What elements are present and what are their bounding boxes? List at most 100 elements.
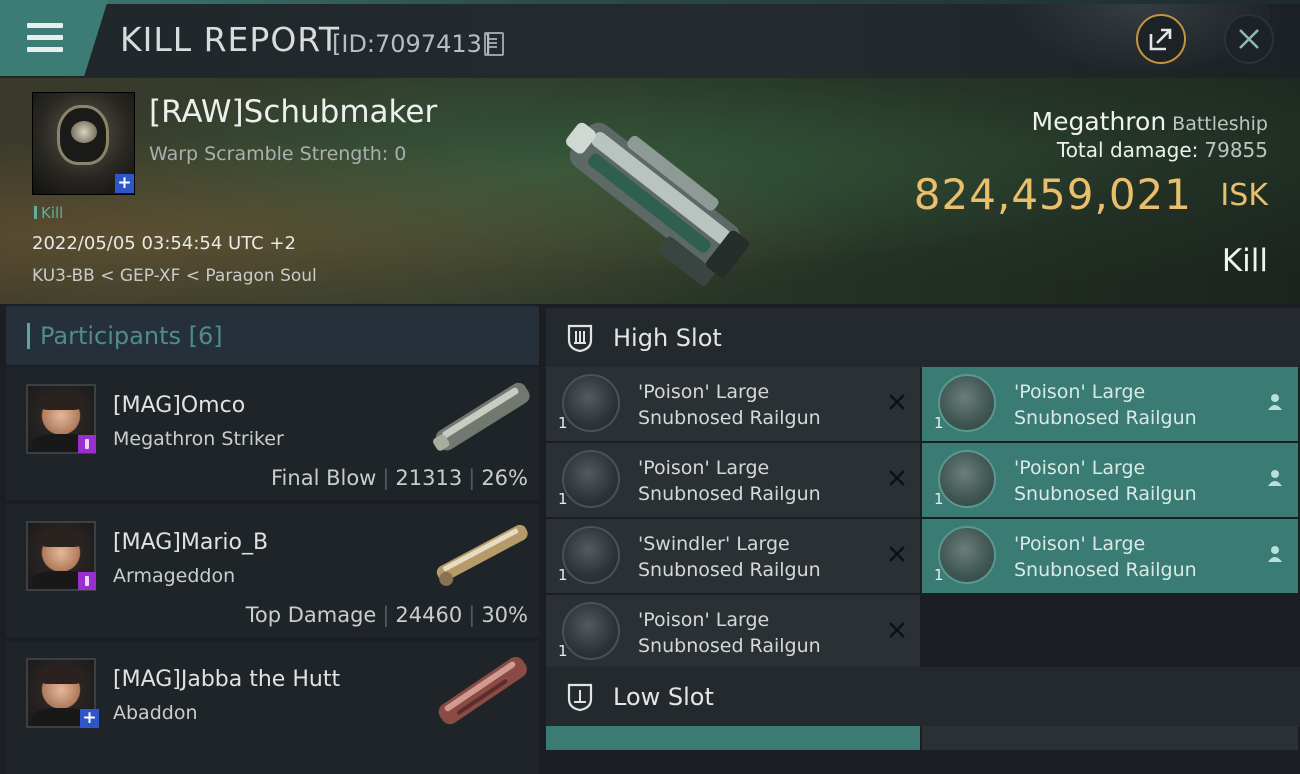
isk-value: 824,459,021 xyxy=(913,170,1192,219)
module-name: 'Poison' Large Snubnosed Railgun xyxy=(1014,455,1254,507)
low-slot-module[interactable] xyxy=(922,726,1298,750)
high-slot-header: High Slot xyxy=(546,308,1300,368)
module-item[interactable]: 1 'Poison' Large Snubnosed Railgun xyxy=(922,519,1298,593)
railgun-icon xyxy=(562,602,620,660)
participant-percent: 30% xyxy=(481,603,528,627)
participant-ship-image xyxy=(438,656,527,725)
module-item[interactable]: 1 'Poison' Large Snubnosed Railgun xyxy=(922,443,1298,517)
close-button[interactable] xyxy=(1224,14,1274,64)
module-name-line: Snubnosed Railgun xyxy=(1014,407,1197,429)
total-damage-value: 79855 xyxy=(1204,138,1268,162)
module-name: 'Poison' Large Snubnosed Railgun xyxy=(1014,531,1254,583)
participants-count: [6] xyxy=(188,322,223,350)
module-name-line: Snubnosed Railgun xyxy=(1014,559,1197,581)
participant-tag: Final Blow xyxy=(271,466,377,490)
railgun-icon xyxy=(938,450,996,508)
victim-ship-image[interactable] xyxy=(540,98,765,293)
railgun-icon xyxy=(938,526,996,584)
module-name-line: 'Poison' Large xyxy=(638,457,770,479)
participant-ship-image xyxy=(436,524,528,586)
participants-title: Participants [6] xyxy=(40,322,223,350)
total-damage-label: Total damage: xyxy=(1056,138,1199,162)
module-name: 'Swindler' Large Snubnosed Railgun xyxy=(638,531,878,583)
module-name-line: Snubnosed Railgun xyxy=(638,407,821,429)
victim-ship-type[interactable]: Megathron Battleship xyxy=(1032,107,1268,136)
module-name-line: Snubnosed Railgun xyxy=(638,559,821,581)
module-quantity: 1 xyxy=(934,414,944,432)
corp-badge-icon xyxy=(78,435,96,453)
hamburger-icon xyxy=(27,23,63,53)
participant-stats: Top Damage | 24460 | 30% xyxy=(245,603,528,627)
victim-name[interactable]: [RAW]Schubmaker xyxy=(149,94,437,130)
participant-ship: Megathron Striker xyxy=(113,428,284,450)
participant-tag: Top Damage xyxy=(245,603,377,627)
module-quantity: 1 xyxy=(934,566,944,584)
module-quantity: 1 xyxy=(558,490,568,508)
module-name-line: 'Poison' Large xyxy=(1014,381,1146,403)
module-name-line: 'Poison' Large xyxy=(1014,457,1146,479)
module-item[interactable]: 1 'Poison' Large Snubnosed Railgun xyxy=(546,367,920,441)
railgun-icon xyxy=(938,374,996,432)
module-item[interactable]: 1 'Poison' Large Snubnosed Railgun xyxy=(546,443,920,517)
result-label: Kill xyxy=(1221,243,1268,279)
module-name: 'Poison' Large Snubnosed Railgun xyxy=(638,607,878,659)
low-slot-module-dropped[interactable] xyxy=(546,726,920,750)
high-slot-title: High Slot xyxy=(613,324,722,352)
module-name-line: Snubnosed Railgun xyxy=(638,635,821,657)
participant-ship: Abaddon xyxy=(113,702,198,724)
dropped-person-icon xyxy=(1268,394,1282,410)
participant-name: [MAG]Omco xyxy=(113,393,246,418)
module-name-line: 'Poison' Large xyxy=(1014,533,1146,555)
warp-scramble-strength: Warp Scramble Strength: 0 xyxy=(149,143,407,165)
destroyed-icon xyxy=(889,394,905,410)
total-damage: Total damage: 79855 xyxy=(1057,138,1268,162)
low-slot-icon xyxy=(567,683,593,712)
participant-ship-image xyxy=(433,382,530,451)
module-name: 'Poison' Large Snubnosed Railgun xyxy=(638,379,878,431)
module-quantity: 1 xyxy=(934,490,944,508)
module-quantity: 1 xyxy=(558,414,568,432)
low-slot-header: Low Slot xyxy=(546,667,1300,727)
participant-card[interactable]: [MAG]Omco Megathron Striker Final Blow | 2… xyxy=(6,367,539,500)
participant-card[interactable]: [MAG]Mario_B Armageddon Top Damage | 24460… xyxy=(6,504,539,637)
dropped-person-icon xyxy=(1268,546,1282,562)
module-name-line: Snubnosed Railgun xyxy=(1014,483,1197,505)
destroyed-icon xyxy=(889,470,905,486)
high-slot-icon xyxy=(567,324,593,353)
module-name-line: 'Swindler' Large xyxy=(638,533,790,555)
participant-card[interactable]: + [MAG]Jabba the Hutt Abaddon xyxy=(6,641,539,774)
module-name-line: 'Poison' Large xyxy=(638,609,770,631)
corp-badge-icon xyxy=(78,572,96,590)
destroyed-icon xyxy=(889,622,905,638)
copy-icon[interactable] xyxy=(484,32,504,56)
participant-ship: Armageddon xyxy=(113,565,236,587)
kill-location[interactable]: KU3-BB < GEP-XF < Paragon Soul xyxy=(32,266,317,286)
kill-datetime: 2022/05/05 03:54:54 UTC +2 xyxy=(32,233,296,254)
top-accent-line xyxy=(0,0,1300,4)
module-name-line: 'Poison' Large xyxy=(638,381,770,403)
participant-stats: Final Blow | 21313 | 26% xyxy=(271,466,528,490)
module-item[interactable]: 1 'Poison' Large Snubnosed Railgun xyxy=(546,595,920,669)
kill-tag: Kill xyxy=(34,204,63,222)
isk-unit: ISK xyxy=(1220,178,1268,213)
participant-damage: 24460 xyxy=(395,603,463,627)
ship-name: Megathron xyxy=(1031,107,1167,136)
report-id: [ID:7097413] xyxy=(332,30,492,58)
share-button[interactable] xyxy=(1136,14,1186,64)
participants-label: Participants xyxy=(40,322,181,350)
module-name: 'Poison' Large Snubnosed Railgun xyxy=(1014,379,1254,431)
module-item[interactable]: 1 'Swindler' Large Snubnosed Railgun xyxy=(546,519,920,593)
ship-class: Battleship xyxy=(1172,113,1268,135)
railgun-icon xyxy=(562,526,620,584)
plus-icon: + xyxy=(115,174,134,193)
participant-damage: 21313 xyxy=(395,466,463,490)
destroyed-icon xyxy=(889,546,905,562)
low-slot-title: Low Slot xyxy=(613,683,714,711)
participant-name: [MAG]Jabba the Hutt xyxy=(113,667,341,692)
railgun-icon xyxy=(562,450,620,508)
dropped-person-icon xyxy=(1268,470,1282,486)
module-name-line: Snubnosed Railgun xyxy=(638,483,821,505)
close-icon xyxy=(1239,29,1259,49)
module-item[interactable]: 1 'Poison' Large Snubnosed Railgun xyxy=(922,367,1298,441)
page-title: KILL REPORT xyxy=(120,20,340,59)
